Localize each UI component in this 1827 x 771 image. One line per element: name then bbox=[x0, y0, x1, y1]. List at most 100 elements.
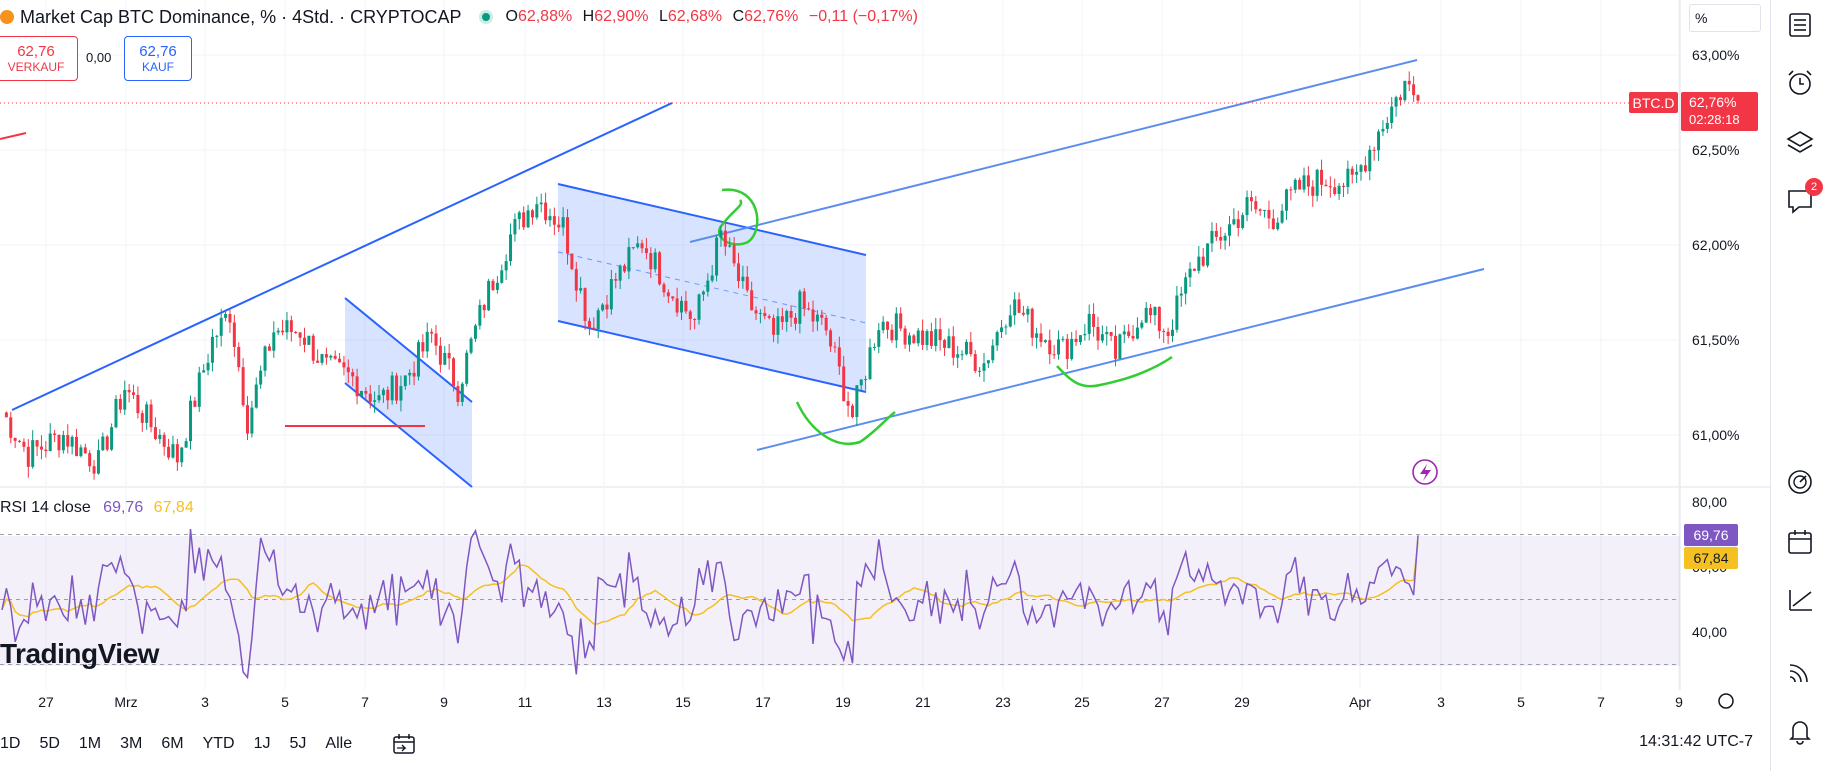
candle-body bbox=[921, 330, 925, 345]
candle-body bbox=[1232, 219, 1236, 225]
candle-body bbox=[719, 230, 723, 238]
candle-body bbox=[1144, 307, 1148, 323]
candle-body bbox=[609, 279, 613, 310]
rsi-ma-tag: 67,84 bbox=[1684, 547, 1738, 569]
candle-body bbox=[1021, 312, 1025, 315]
candle-body bbox=[18, 440, 22, 442]
price-tag-main: 62,76% 02:28:18 bbox=[1681, 92, 1758, 131]
range-1j[interactable]: 1J bbox=[254, 735, 271, 753]
candle-body bbox=[219, 317, 223, 336]
candle-body bbox=[408, 372, 412, 376]
candle-body bbox=[846, 401, 850, 406]
candle-body bbox=[1052, 354, 1056, 356]
candle-body bbox=[780, 316, 784, 322]
candle-body bbox=[333, 355, 337, 359]
candle-body bbox=[39, 446, 43, 450]
candle-body bbox=[140, 413, 144, 423]
candle-body bbox=[649, 253, 653, 270]
chart-canvas[interactable]: 63,00%62,50%62,00%61,50%61,00%27 Mrz 3 5 7 9 1… bbox=[0, 0, 1827, 771]
candle-body bbox=[741, 276, 745, 282]
candle-body bbox=[1070, 338, 1074, 360]
candle-body bbox=[583, 288, 587, 321]
candle-body bbox=[701, 291, 705, 295]
market-status-icon[interactable] bbox=[479, 10, 494, 24]
candle-body bbox=[452, 358, 456, 387]
candle-body bbox=[517, 212, 521, 220]
candle-body bbox=[210, 336, 214, 363]
candle-body bbox=[193, 400, 197, 407]
candle-body bbox=[1245, 197, 1249, 216]
candle-body bbox=[1131, 336, 1135, 339]
candle-body bbox=[105, 436, 109, 450]
candle-body bbox=[929, 331, 933, 346]
candle-body bbox=[618, 265, 622, 281]
price-tag-symbol: BTC.D bbox=[1629, 92, 1678, 113]
bell-icon[interactable] bbox=[1785, 716, 1815, 746]
layers-icon[interactable] bbox=[1785, 128, 1815, 158]
candle-body bbox=[110, 427, 114, 450]
candle-body bbox=[544, 202, 548, 221]
candle-body bbox=[13, 437, 17, 441]
rsi-band bbox=[0, 536, 1680, 666]
range-alle[interactable]: Alle bbox=[325, 735, 352, 753]
candle-body bbox=[1171, 329, 1175, 336]
candle-body bbox=[995, 332, 999, 346]
lightning-glyph bbox=[1420, 464, 1431, 481]
candle-body bbox=[1219, 236, 1223, 241]
calendar-icon[interactable] bbox=[1785, 527, 1815, 557]
broadcast-icon[interactable] bbox=[1785, 657, 1815, 687]
speedometer-icon[interactable] bbox=[1785, 467, 1815, 497]
candle-body bbox=[693, 319, 697, 321]
candle-body bbox=[1355, 171, 1359, 175]
candle-body bbox=[1030, 308, 1034, 338]
range-3m[interactable]: 3M bbox=[120, 735, 142, 753]
candle-body bbox=[189, 400, 193, 442]
date-range-icon[interactable] bbox=[391, 733, 417, 755]
candle-body bbox=[180, 447, 184, 463]
candle-body bbox=[1210, 230, 1214, 244]
watchlist-icon[interactable] bbox=[1785, 10, 1815, 40]
range-ytd[interactable]: YTD bbox=[203, 735, 235, 753]
range-6m[interactable]: 6M bbox=[161, 735, 183, 753]
symbol-title[interactable]: Market Cap BTC Dominance, % · 4Std. · CR… bbox=[20, 7, 461, 28]
candle-body bbox=[1284, 189, 1288, 211]
candle-body bbox=[1223, 235, 1227, 241]
candle-body bbox=[381, 389, 385, 396]
candle-body bbox=[184, 441, 188, 448]
candle-body bbox=[294, 331, 298, 333]
trend-tool-icon[interactable] bbox=[1785, 584, 1815, 614]
candle-body bbox=[697, 294, 701, 320]
candle-body bbox=[640, 243, 644, 249]
ascending-channel-lower bbox=[756, 268, 1485, 451]
candle-body bbox=[302, 337, 306, 345]
range-5d[interactable]: 5D bbox=[39, 735, 59, 753]
rsi-legend[interactable]: RSI 14 close 69,76 67,84 bbox=[0, 499, 194, 517]
x-tick-label: 13 bbox=[596, 694, 612, 710]
buy-button[interactable]: 62,76 KAUF bbox=[124, 36, 192, 81]
candle-body bbox=[561, 217, 565, 228]
candle-body bbox=[1341, 185, 1345, 187]
candle-body bbox=[167, 446, 171, 458]
clock-timezone[interactable]: 14:31:42 UTC-7 bbox=[1639, 733, 1753, 751]
scale-unit-button[interactable]: % bbox=[1689, 4, 1761, 32]
candle-body bbox=[868, 347, 872, 380]
candle-body bbox=[1109, 332, 1113, 336]
range-5j[interactable]: 5J bbox=[290, 735, 307, 753]
candle-body bbox=[829, 330, 833, 347]
candle-body bbox=[680, 300, 684, 313]
candle-body bbox=[978, 370, 982, 372]
candle-body bbox=[1390, 106, 1394, 123]
range-1d[interactable]: 1D bbox=[0, 735, 20, 753]
candle-body bbox=[758, 312, 762, 314]
range-1m[interactable]: 1M bbox=[79, 735, 101, 753]
candle-body bbox=[1254, 201, 1258, 210]
candle-body bbox=[482, 305, 486, 311]
x-tick-label: 11 bbox=[518, 694, 533, 710]
candle-body bbox=[535, 204, 539, 218]
candle-body bbox=[684, 300, 688, 312]
candle-body bbox=[215, 335, 219, 337]
axis-settings-icon[interactable] bbox=[1718, 693, 1734, 709]
sell-button[interactable]: 62,76 VERKAUF bbox=[0, 36, 78, 81]
alarm-clock-icon[interactable] bbox=[1785, 68, 1815, 98]
candle-body bbox=[662, 284, 666, 293]
